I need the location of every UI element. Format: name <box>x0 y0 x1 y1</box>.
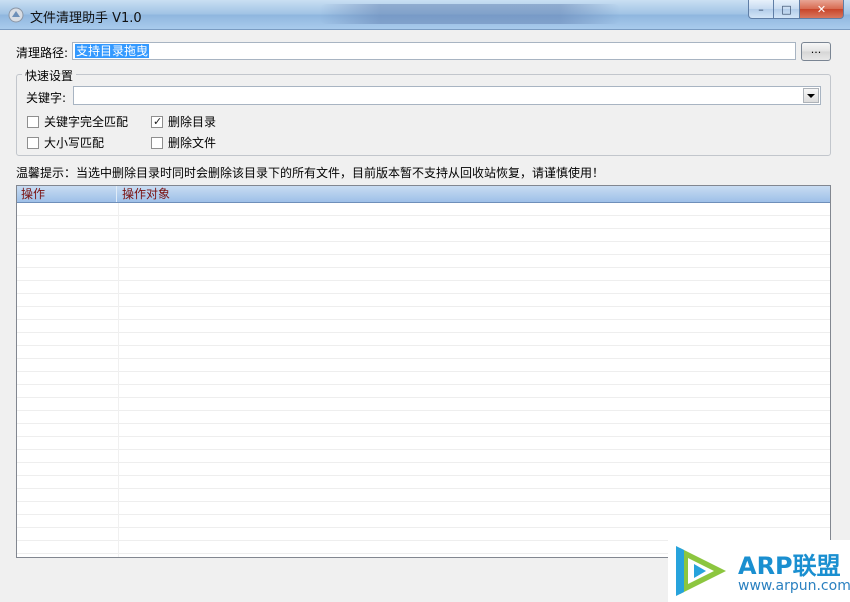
minimize-button[interactable]: – <box>748 0 774 19</box>
browse-button[interactable]: ... <box>801 42 831 61</box>
app-icon <box>8 7 24 23</box>
case-match-checkbox[interactable]: 大小写匹配 <box>27 134 104 151</box>
watermark-url: www.arpun.com <box>738 578 850 594</box>
checkbox-label: 关键字完全匹配 <box>44 115 129 129</box>
site-watermark: ARP联盟 www.arpun.com <box>668 540 850 602</box>
checkbox-label: 删除文件 <box>168 136 217 150</box>
watermark-name: ARP联盟 <box>738 552 841 580</box>
path-label: 清理路径: <box>16 46 69 60</box>
warning-hint: 温馨提示：当选中删除目录时同时会删除该目录下的所有文件，目前版本暂不支持从回收站… <box>16 166 605 180</box>
checkbox-box[interactable] <box>151 136 163 149</box>
path-input-value: 支持目录拖曳 <box>75 44 150 58</box>
keyword-label: 关键字: <box>26 91 67 105</box>
column-header-target[interactable]: 操作对象 <box>118 186 818 202</box>
checkbox-box[interactable] <box>27 136 39 149</box>
checkbox-label: 大小写匹配 <box>44 136 105 150</box>
maximize-button[interactable]: □ <box>774 0 800 19</box>
delete-file-checkbox[interactable]: 删除文件 <box>151 134 216 151</box>
title-bar[interactable]: 文件清理助手 V1.0 – □ ✕ <box>0 0 850 30</box>
list-header: 操作 操作对象 <box>17 186 830 203</box>
window-title: 文件清理助手 V1.0 <box>30 11 142 26</box>
close-button[interactable]: ✕ <box>800 0 844 19</box>
exact-match-checkbox[interactable]: 关键字完全匹配 <box>27 113 128 130</box>
column-header-operation[interactable]: 操作 <box>17 186 117 202</box>
operation-list[interactable]: 操作 操作对象 <box>16 185 831 558</box>
delete-directory-checkbox[interactable]: 删除目录 <box>151 113 216 130</box>
play-logo-icon <box>676 546 726 596</box>
list-body[interactable] <box>17 203 830 557</box>
checkbox-box[interactable] <box>151 115 163 128</box>
checkbox-box[interactable] <box>27 115 39 128</box>
window-controls: – □ ✕ <box>748 0 844 20</box>
quick-settings-legend: 快速设置 <box>22 67 77 84</box>
column-divider <box>118 203 119 557</box>
blurred-background <box>320 4 620 24</box>
chevron-down-icon[interactable] <box>803 88 819 103</box>
keyword-combobox[interactable] <box>73 86 821 105</box>
path-input[interactable]: 支持目录拖曳 <box>72 42 796 60</box>
checkbox-label: 删除目录 <box>168 115 217 129</box>
